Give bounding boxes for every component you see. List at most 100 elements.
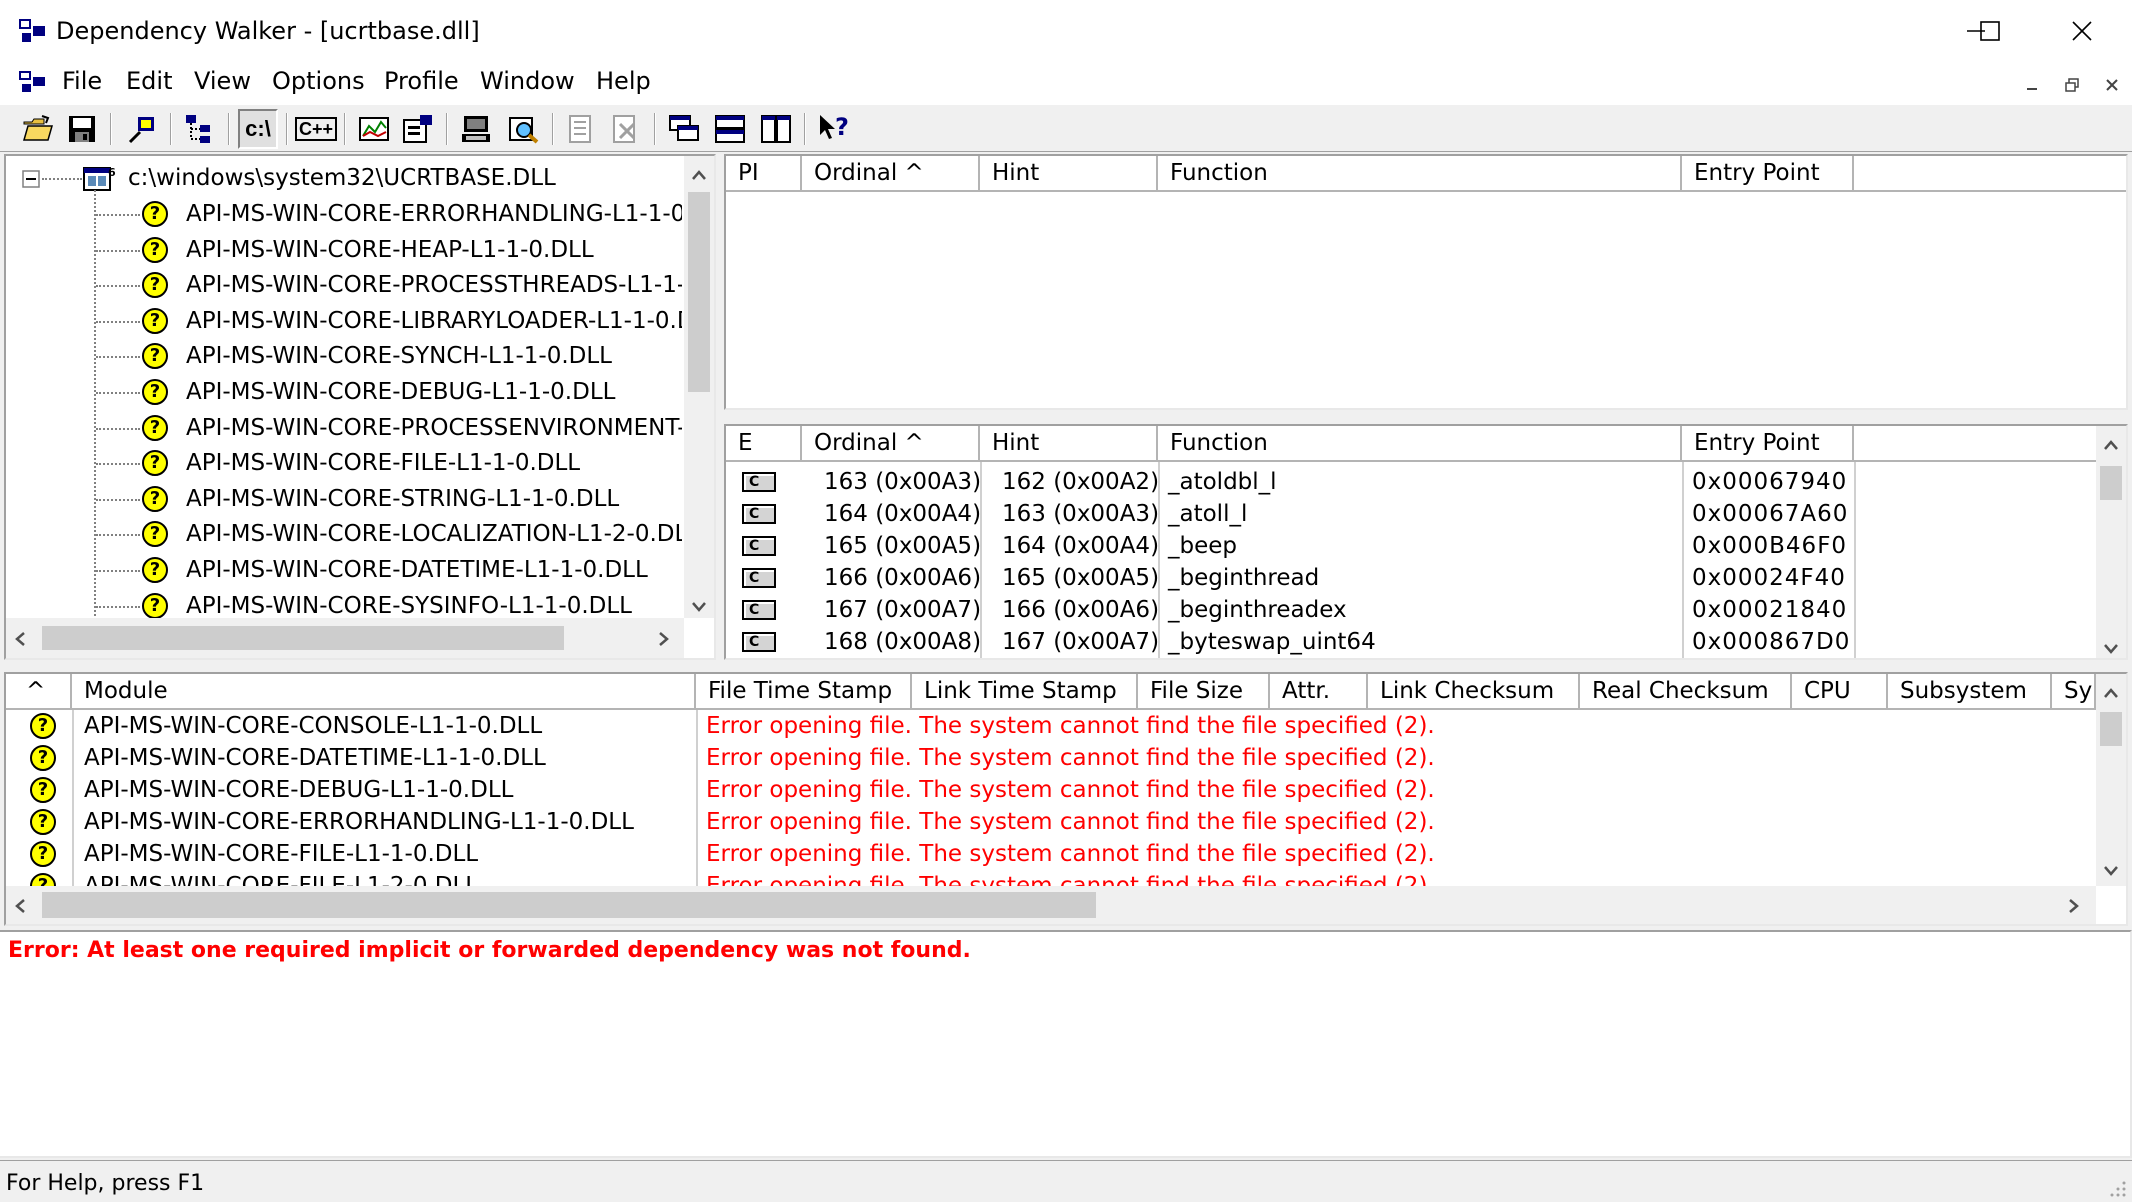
maximize-button[interactable] — [1944, 0, 2036, 62]
save-button[interactable] — [62, 109, 102, 149]
module-row[interactable]: ? API-MS-WIN-CORE-FILE-L1-1-0.DLL Error op… — [6, 838, 2096, 870]
modules-header-sort[interactable]: ^ — [6, 674, 72, 710]
tree-item[interactable]: ? API-MS-WIN-CORE-ERRORHANDLING-L1-1-0.DL… — [6, 196, 682, 232]
properties-button[interactable] — [398, 109, 438, 149]
modules-header-symbols[interactable]: Sym — [2052, 674, 2096, 710]
find-button[interactable] — [504, 109, 544, 149]
tree-vertical-scrollbar[interactable] — [684, 156, 714, 618]
modules-header-real-checksum[interactable]: Real Checksum — [1580, 674, 1792, 710]
modules-vertical-scroll-thumb[interactable] — [2100, 712, 2122, 746]
tile-horizontal-button[interactable] — [710, 109, 750, 149]
open-button[interactable] — [18, 109, 58, 149]
tree-view-button[interactable] — [562, 109, 602, 149]
menu-file[interactable]: File — [62, 66, 102, 96]
imports-header-pi[interactable]: PI — [726, 156, 802, 192]
exports-vertical-scrollbar[interactable] — [2096, 426, 2126, 658]
exports-vertical-scroll-thumb[interactable] — [2100, 466, 2122, 500]
profile-button[interactable] — [354, 109, 394, 149]
close-button[interactable] — [2036, 0, 2128, 62]
export-row[interactable]: C 164 (0x00A4) 163 (0x00A3) _atoll_l 0x00067… — [726, 498, 2094, 530]
modules-header-cpu[interactable]: CPU — [1792, 674, 1888, 710]
modules-header-module[interactable]: Module — [72, 674, 696, 710]
module-row[interactable]: ? API-MS-WIN-CORE-CONSOLE-L1-1-0.DLL Error… — [6, 710, 2096, 742]
scroll-up-arrow-icon[interactable] — [2103, 682, 2119, 702]
scroll-up-arrow-icon[interactable] — [2103, 434, 2119, 454]
modules-header-link-time-stamp[interactable]: Link Time Stamp — [912, 674, 1138, 710]
copy-button[interactable] — [122, 109, 162, 149]
export-row[interactable]: C 163 (0x00A3) 162 (0x00A2) _atoldbl_l 0x000… — [726, 466, 2094, 498]
mdi-minimize-button[interactable] — [2016, 70, 2048, 100]
scroll-down-arrow-icon[interactable] — [2103, 638, 2119, 658]
modules-horizontal-scrollbar[interactable] — [6, 886, 2096, 924]
tree-item[interactable]: ? API-MS-WIN-CORE-DATETIME-L1-1-0.DLL — [6, 552, 682, 588]
exports-header-e[interactable]: E — [726, 426, 802, 462]
scroll-down-arrow-icon[interactable] — [2103, 860, 2119, 880]
modules-header-link-checksum[interactable]: Link Checksum — [1368, 674, 1580, 710]
export-row[interactable]: C 167 (0x00A7) 166 (0x00A6) _beginthreadex 0… — [726, 594, 2094, 626]
modules-vertical-scrollbar[interactable] — [2096, 674, 2126, 886]
menu-window[interactable]: Window — [480, 66, 575, 96]
tree-item[interactable]: ? API-MS-WIN-CORE-STRING-L1-1-0.DLL — [6, 481, 682, 517]
modules-header-file-time-stamp[interactable]: File Time Stamp — [696, 674, 912, 710]
module-row[interactable]: ? API-MS-WIN-CORE-DATETIME-L1-1-0.DLL Erro… — [6, 742, 2096, 774]
modules-header-file-size[interactable]: File Size — [1138, 674, 1270, 710]
module-row[interactable]: ? API-MS-WIN-CORE-ERRORHANDLING-L1-1-0.DL… — [6, 806, 2096, 838]
mdi-restore-button[interactable] — [2056, 70, 2088, 100]
cascade-button[interactable] — [664, 109, 704, 149]
imports-header-entry-point[interactable]: Entry Point — [1682, 156, 1854, 192]
tree-item[interactable]: ? API-MS-WIN-CORE-FILE-L1-1-0.DLL — [6, 445, 682, 481]
tree-vertical-scroll-thumb[interactable] — [688, 192, 710, 392]
modules-header-subsystem[interactable]: Subsystem — [1888, 674, 2052, 710]
tree-horizontal-scrollbar[interactable] — [6, 618, 684, 658]
tree-item[interactable]: ? API-MS-WIN-CORE-LIBRARYLOADER-L1-1-0.DL… — [6, 303, 682, 339]
mdi-close-button[interactable] — [2096, 70, 2128, 100]
scroll-up-arrow-icon[interactable] — [691, 164, 707, 184]
full-paths-button[interactable]: c:\ — [238, 109, 278, 149]
exports-header-entry-point[interactable]: Entry Point — [1682, 426, 1854, 462]
collapse-icon[interactable] — [22, 170, 40, 188]
tree-item[interactable]: ? API-MS-WIN-CORE-PROCESSTHREADS-L1-1-0.D… — [6, 267, 682, 303]
module-row[interactable]: ? API-MS-WIN-CORE-DEBUG-L1-1-0.DLL Error o… — [6, 774, 2096, 806]
tree-item[interactable]: ? API-MS-WIN-CORE-PROCESSENVIRONMENT-L1-1… — [6, 410, 682, 446]
scroll-right-arrow-icon[interactable] — [658, 630, 670, 650]
exports-header-ordinal[interactable]: Ordinal ^ — [802, 426, 980, 462]
menu-options[interactable]: Options — [272, 66, 365, 96]
export-row[interactable]: C 166 (0x00A6) 165 (0x00A5) _beginthread 0x0… — [726, 562, 2094, 594]
context-help-button[interactable]: ? — [814, 109, 854, 149]
exports-header-function[interactable]: Function — [1158, 426, 1682, 462]
tile-vertical-button[interactable] — [756, 109, 796, 149]
tree-connector — [96, 463, 140, 466]
tree-root-item[interactable]: 6 c:\windows\system32\UCRTBASE.DLL — [6, 160, 686, 196]
exports-pane[interactable]: E Ordinal ^ Hint Function Entry Point C 1… — [724, 424, 2128, 660]
menu-profile[interactable]: Profile — [384, 66, 459, 96]
resize-grip-icon[interactable] — [2106, 1177, 2128, 1199]
exports-header-hint[interactable]: Hint — [980, 426, 1158, 462]
scroll-down-arrow-icon[interactable] — [691, 596, 707, 616]
configure-button[interactable] — [456, 109, 496, 149]
dependency-tree-pane[interactable]: 6 c:\windows\system32\UCRTBASE.DLL ? API-… — [4, 154, 716, 660]
autoexpand-button[interactable] — [180, 109, 220, 149]
imports-header-ordinal[interactable]: Ordinal ^ — [802, 156, 980, 192]
undecorate-cpp-button[interactable]: C++ — [294, 109, 338, 149]
mdi-child-icon[interactable] — [18, 70, 48, 94]
menu-edit[interactable]: Edit — [126, 66, 172, 96]
modules-horizontal-scroll-thumb[interactable] — [42, 892, 1096, 918]
scroll-left-arrow-icon[interactable] — [14, 897, 26, 917]
tree-item[interactable]: ? API-MS-WIN-CORE-DEBUG-L1-1-0.DLL — [6, 374, 682, 410]
menu-help[interactable]: Help — [596, 66, 651, 96]
export-row[interactable]: C 168 (0x00A8) 167 (0x00A7) _byteswap_uint6… — [726, 626, 2094, 658]
modules-header-attr[interactable]: Attr. — [1270, 674, 1368, 710]
imports-header-function[interactable]: Function — [1158, 156, 1682, 192]
scroll-right-arrow-icon[interactable] — [2068, 897, 2080, 917]
menu-view[interactable]: View — [194, 66, 251, 96]
tree-horizontal-scroll-thumb[interactable] — [42, 626, 564, 650]
imports-header-hint[interactable]: Hint — [980, 156, 1158, 192]
scroll-left-arrow-icon[interactable] — [14, 630, 26, 650]
tree-item[interactable]: ? API-MS-WIN-CORE-LOCALIZATION-L1-2-0.DLL — [6, 516, 682, 552]
parent-imports-pane[interactable]: PI Ordinal ^ Hint Function Entry Point — [724, 154, 2128, 410]
module-list-pane[interactable]: ^ Module File Time Stamp Link Time Stamp… — [4, 672, 2128, 926]
export-row[interactable]: C 165 (0x00A5) 164 (0x00A4) _beep 0x000B46F0 — [726, 530, 2094, 562]
list-view-button[interactable] — [606, 109, 646, 149]
tree-item[interactable]: ? API-MS-WIN-CORE-HEAP-L1-1-0.DLL — [6, 232, 682, 268]
tree-item[interactable]: ? API-MS-WIN-CORE-SYNCH-L1-1-0.DLL — [6, 338, 682, 374]
